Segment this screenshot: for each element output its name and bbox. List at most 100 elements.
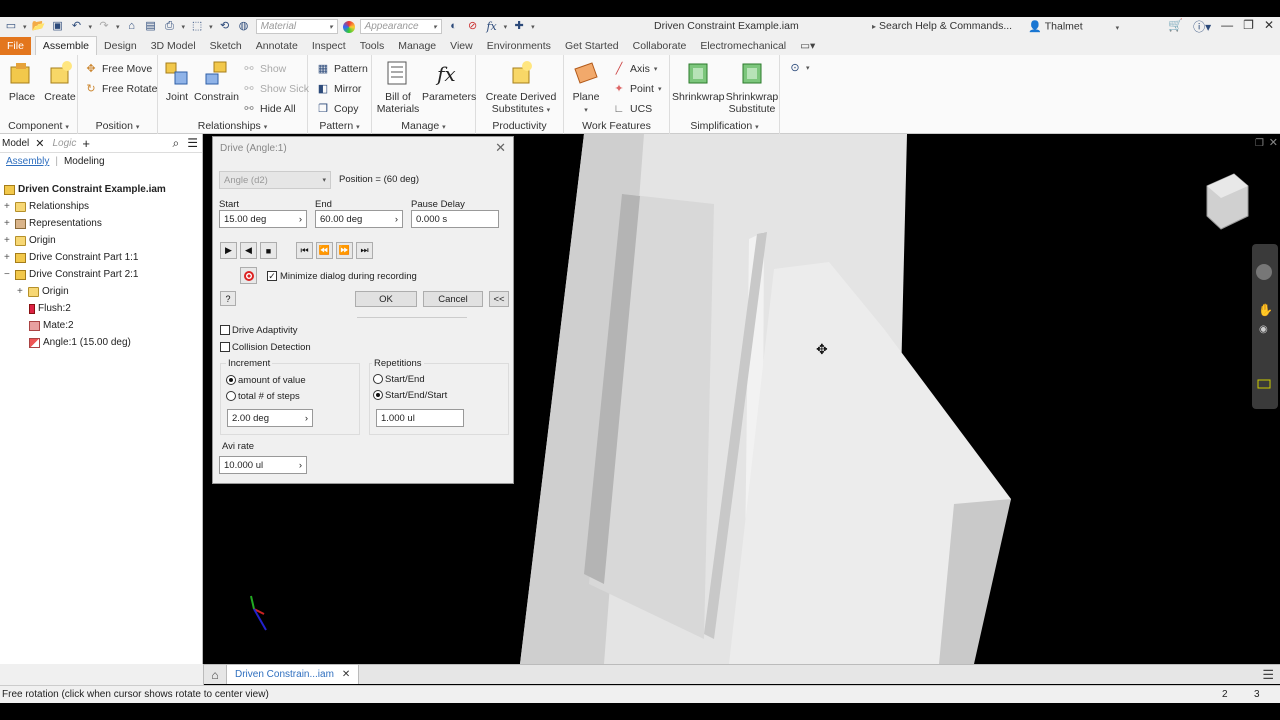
print-icon[interactable]: ⎙ bbox=[163, 20, 177, 34]
show-button[interactable]: ⚯ Show bbox=[242, 62, 286, 76]
undo-icon[interactable]: ↶ bbox=[70, 20, 84, 34]
clear-appearance-icon[interactable]: ⊘ bbox=[466, 20, 480, 34]
chevron-right-icon[interactable]: › bbox=[299, 214, 302, 225]
panel-label-component[interactable]: Component ▾ bbox=[0, 120, 77, 132]
minimize-dialog-checkbox[interactable]: ✓ bbox=[267, 271, 277, 281]
joint-button[interactable]: Joint bbox=[162, 59, 192, 103]
chevron-right-icon[interactable]: › bbox=[299, 460, 302, 471]
shrinkwrap-button[interactable]: Shrinkwrap bbox=[672, 59, 725, 103]
increment-field[interactable]: 2.00 deg › bbox=[227, 409, 313, 427]
avi-rate-field[interactable]: 10.000 ul › bbox=[219, 456, 307, 474]
adjust-appearance-icon[interactable]: ◐ bbox=[447, 20, 461, 34]
start-end-start-radio[interactable] bbox=[373, 390, 383, 400]
subtab-modeling[interactable]: Modeling bbox=[64, 156, 105, 167]
axis-button[interactable]: ╱ Axis ▾ bbox=[612, 62, 658, 76]
tab-electromechanical[interactable]: Electromechanical bbox=[693, 37, 793, 55]
tab-annotate[interactable]: Annotate bbox=[249, 37, 305, 55]
tree-item-angle[interactable]: Angle:1 (15.00 deg) bbox=[29, 337, 131, 348]
open-icon[interactable]: 📂 bbox=[32, 20, 46, 34]
restore-button[interactable]: ❐ bbox=[1243, 18, 1254, 35]
material-combo[interactable]: Material ▾ bbox=[255, 19, 338, 34]
reverse-button[interactable]: ◀ bbox=[240, 242, 257, 259]
shrinkwrap-substitute-button[interactable]: Shrinkwrap Substitute bbox=[724, 59, 780, 115]
bill-of-materials-button[interactable]: Bill of Materials bbox=[374, 59, 422, 115]
tab-model[interactable]: Model bbox=[2, 138, 29, 149]
chevron-right-icon[interactable]: › bbox=[395, 214, 398, 225]
pause-button[interactable]: ■ bbox=[260, 242, 277, 259]
panel-label-simplification[interactable]: Simplification ▾ bbox=[670, 120, 779, 132]
minimize-button[interactable]: — bbox=[1221, 18, 1233, 35]
amount-of-value-radio[interactable] bbox=[226, 375, 236, 385]
tab-tools[interactable]: Tools bbox=[353, 37, 392, 55]
cart-icon[interactable]: 🛒 bbox=[1168, 18, 1183, 35]
viewport-close-icon[interactable]: ✕ bbox=[1269, 136, 1278, 149]
tab-file[interactable]: File bbox=[0, 37, 31, 55]
globe-icon[interactable]: ◍ bbox=[237, 20, 251, 34]
free-move-button[interactable]: ✥ Free Move bbox=[84, 62, 152, 76]
expand-icon[interactable]: + bbox=[4, 235, 12, 246]
dialog-close-button[interactable]: ✕ bbox=[495, 140, 506, 156]
tree-item-representations[interactable]: + Representations bbox=[4, 218, 102, 229]
chevron-right-icon[interactable]: › bbox=[305, 413, 308, 424]
tree-item-root[interactable]: Driven Constraint Example.iam bbox=[4, 184, 166, 195]
search-icon[interactable]: ⌕ bbox=[173, 136, 180, 151]
document-tab[interactable]: Driven Constrain...iam ✕ bbox=[226, 665, 360, 684]
viewport-restore-icon[interactable]: ❐ bbox=[1255, 138, 1264, 149]
step-forward-button[interactable]: ⏩ bbox=[336, 242, 353, 259]
parameters-button[interactable]: fx Parameters bbox=[422, 59, 476, 103]
home-icon[interactable]: ⌂ bbox=[125, 20, 139, 34]
expand-icon[interactable]: + bbox=[4, 201, 12, 212]
properties-icon[interactable]: ▤ bbox=[144, 20, 158, 34]
drive-adaptivity-checkbox[interactable] bbox=[220, 325, 230, 335]
expand-icon[interactable]: + bbox=[4, 252, 12, 263]
collapse-icon[interactable]: − bbox=[4, 269, 12, 280]
menu-icon[interactable]: ☰ bbox=[187, 136, 198, 150]
panel-label-relationships[interactable]: Relationships ▾ bbox=[158, 120, 307, 132]
create-derived-substitutes-button[interactable]: Create Derived Substitutes ▾ bbox=[480, 59, 562, 117]
go-to-start-button[interactable]: ⏮ bbox=[296, 242, 313, 259]
plane-button[interactable]: Plane ▾ bbox=[568, 59, 604, 117]
chevron-down-icon[interactable]: ▾ bbox=[89, 23, 93, 31]
ucs-button[interactable]: ∟ UCS bbox=[612, 102, 653, 116]
menu-icon[interactable]: ☰ bbox=[1262, 667, 1274, 683]
ribbon-options-button[interactable]: ▭▾ bbox=[793, 37, 822, 55]
user-account[interactable]: 👤 Thalmet ▾ bbox=[1028, 20, 1119, 34]
place-button[interactable]: Place bbox=[6, 59, 38, 103]
new-icon[interactable]: ▭ bbox=[4, 20, 18, 34]
constrain-button[interactable]: Constrain bbox=[194, 59, 239, 103]
expand-icon[interactable]: + bbox=[17, 286, 25, 297]
chevron-down-icon[interactable]: ▾ bbox=[209, 23, 213, 31]
tab-view[interactable]: View bbox=[443, 37, 480, 55]
expand-icon[interactable]: + bbox=[4, 218, 12, 229]
tab-3d-model[interactable]: 3D Model bbox=[144, 37, 203, 55]
show-sick-button[interactable]: ⚯ Show Sick bbox=[242, 82, 309, 96]
tab-inspect[interactable]: Inspect bbox=[305, 37, 353, 55]
close-icon[interactable]: ✕ bbox=[35, 137, 44, 150]
copy-button[interactable]: ❐ Copy bbox=[316, 102, 358, 116]
appearance-combo[interactable]: Appearance ▾ bbox=[359, 19, 442, 34]
start-field[interactable]: 15.00 deg › bbox=[219, 210, 307, 228]
step-reverse-button[interactable]: ⏪ bbox=[316, 242, 333, 259]
panel-label-position[interactable]: Position ▾ bbox=[78, 120, 157, 132]
panel-label-manage[interactable]: Manage ▾ bbox=[372, 120, 475, 132]
mirror-button[interactable]: ◧ Mirror bbox=[316, 82, 362, 96]
save-icon[interactable]: ▣ bbox=[51, 20, 65, 34]
tree-item-mate[interactable]: Mate:2 bbox=[29, 320, 74, 331]
tree-item-part-2-origin[interactable]: + Origin bbox=[17, 286, 69, 297]
free-rotate-button[interactable]: ↻ Free Rotate bbox=[84, 82, 157, 96]
chevron-down-icon[interactable]: ▾ bbox=[531, 23, 535, 31]
tab-environments[interactable]: Environments bbox=[480, 37, 558, 55]
collapse-button[interactable]: << bbox=[489, 291, 509, 307]
ribbon-customize-button[interactable]: ⊙ ▾ bbox=[788, 61, 809, 75]
pattern-button[interactable]: ▦ Pattern bbox=[316, 62, 368, 76]
close-icon[interactable]: ✕ bbox=[342, 669, 350, 680]
point-button[interactable]: ✦ Point ▾ bbox=[612, 82, 661, 96]
total-steps-radio[interactable] bbox=[226, 391, 236, 401]
select-icon[interactable]: ⬚ bbox=[190, 20, 204, 34]
tab-manage[interactable]: Manage bbox=[391, 37, 443, 55]
repetitions-field[interactable]: 1.000 ul bbox=[376, 409, 464, 427]
search-input[interactable]: ▸ Search Help & Commands... bbox=[868, 18, 1018, 34]
tree-item-part-2[interactable]: − Drive Constraint Part 2:1 bbox=[4, 269, 139, 280]
forward-button[interactable]: ▶ bbox=[220, 242, 237, 259]
plus-icon[interactable]: ✚ bbox=[512, 20, 526, 34]
